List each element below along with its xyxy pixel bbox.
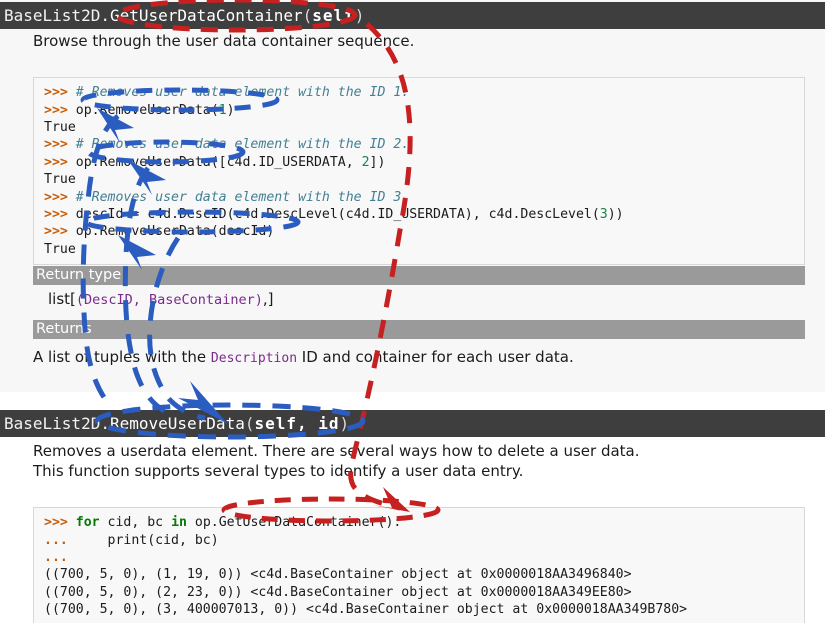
code-prompt: >>> <box>44 515 76 531</box>
return-type-part-mono: (DescID, BaseContainer) <box>75 292 263 308</box>
signature-separator-2: . <box>100 414 110 433</box>
signature-class-name: BaseList2D <box>4 6 101 25</box>
code-token-kw: for <box>75 515 100 531</box>
inline-code-description: Description <box>210 351 298 366</box>
code-prompt: >>> <box>44 85 76 101</box>
signature-close-paren-2: ) <box>339 414 350 433</box>
documentation-page: BaseList2D.GetUserDataContainer(self) Br… <box>0 0 825 623</box>
code-token-kw: in <box>171 515 187 531</box>
code-token-comment: # Removes user data element with the ID … <box>75 137 410 153</box>
code-token-out: ((700, 5, 0), (2, 23, 0)) <c4d.BaseConta… <box>44 584 632 600</box>
code-prompt: ... <box>44 550 76 565</box>
return-type-value: list[(DescID, BaseContainer),] <box>48 289 273 310</box>
code-token-plain: op.GetUserDataContainer(): <box>186 515 402 531</box>
code-token-plain: print(cid, bc) <box>75 532 219 548</box>
code-token-number: 2 <box>361 154 370 170</box>
code-token-out: True <box>44 120 76 135</box>
returns-description: A list of tuples with the Description ID… <box>33 347 803 369</box>
signature-bar-removeuserdata: BaseList2D.RemoveUserData(self, id) <box>0 410 825 437</box>
code-token-comment: # Removes user data element with the ID … <box>75 189 410 205</box>
code-token-plain: cid, bc <box>99 515 172 531</box>
signature-close-paren: ) <box>354 6 365 25</box>
code-token-plain: descId = c4d.DescID(c4d.DescLevel(c4d.ID… <box>75 207 600 223</box>
code-prompt: >>> <box>44 154 76 170</box>
return-type-part-plain: ,] <box>262 290 274 308</box>
code-token-plain: ) <box>226 102 235 118</box>
rubric-returns: Returns <box>33 320 805 339</box>
rubric-return-type: Return type <box>33 266 805 285</box>
code-prompt: >>> <box>44 137 76 153</box>
description-getuserdatacontainer: Browse through the user data container s… <box>33 32 415 50</box>
returns-text-after: ID and container for each user data. <box>297 348 574 366</box>
signature-bar-getuserdatacontainer: BaseList2D.GetUserDataContainer(self) <box>0 2 825 29</box>
code-token-plain: op.RemoveUserData(descId) <box>75 224 275 240</box>
code-token-plain: ]) <box>369 154 386 170</box>
code-prompt: >>> <box>44 189 76 205</box>
code-token-plain: op.RemoveUserData([c4d.ID_USERDATA, <box>75 154 362 170</box>
signature-params: self <box>312 6 355 25</box>
code-block-getuserdatacontainer-example: >>> # Removes user data element with the… <box>33 77 805 266</box>
code-block-removeuserdata-example: >>> for cid, bc in op.GetUserDataContain… <box>33 507 805 623</box>
code-token-number: 3 <box>599 207 608 223</box>
signature-class-name-2: BaseList2D <box>4 414 101 433</box>
signature-params-2: self, id <box>254 414 340 433</box>
signature-function-name-2: RemoveUserData <box>109 414 245 433</box>
code-prompt: ... <box>44 532 76 548</box>
code-token-comment: # Removes user data element with the ID … <box>75 85 410 101</box>
code-token-plain: op.RemoveUserData( <box>75 102 219 118</box>
returns-text-before: A list of tuples with the <box>33 348 211 366</box>
code-token-plain: )) <box>607 207 624 223</box>
signature-function-name: GetUserDataContainer <box>109 6 303 25</box>
code-prompt: >>> <box>44 102 76 118</box>
code-prompt: >>> <box>44 207 76 223</box>
code-token-out: ((700, 5, 0), (1, 19, 0)) <c4d.BaseConta… <box>44 567 632 583</box>
description-line-1: Removes a userdata element. There are se… <box>33 442 640 460</box>
return-type-part-plain: list[ <box>48 290 76 308</box>
code-token-number: 1 <box>218 102 227 118</box>
code-token-out: True <box>44 241 76 257</box>
description-line-2: This function supports several types to … <box>33 462 524 480</box>
code-prompt: >>> <box>44 224 76 240</box>
signature-open-paren: ( <box>302 6 313 25</box>
signature-separator: . <box>100 6 110 25</box>
description-removeuserdata: Removes a userdata element. There are se… <box>33 441 803 481</box>
code-token-out: True <box>44 172 76 188</box>
